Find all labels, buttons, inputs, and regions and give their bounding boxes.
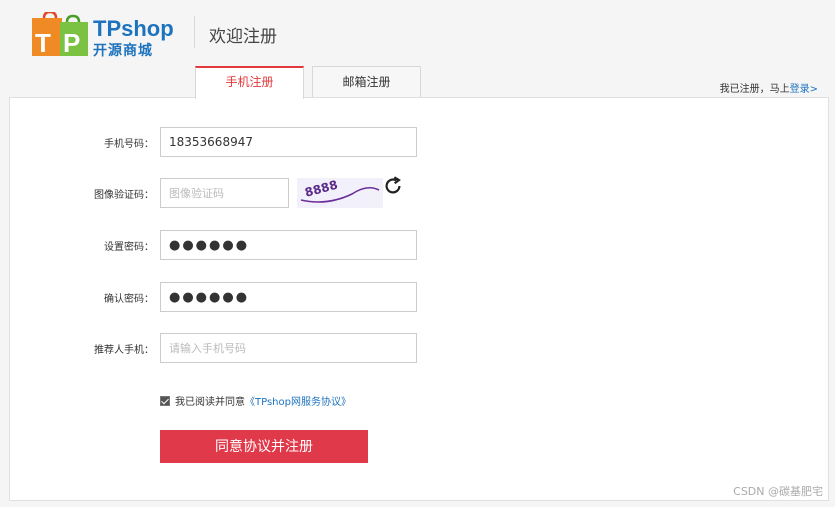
captcha-char: 8888 xyxy=(303,178,339,200)
svg-text:T: T xyxy=(35,28,51,58)
tab-email-register[interactable]: 邮箱注册 xyxy=(312,66,421,98)
phone-label: 手机号码： xyxy=(104,139,154,150)
phone-input[interactable] xyxy=(160,127,417,157)
login-hint-text: 我已注册，马上 xyxy=(719,84,790,95)
referrer-label: 推荐人手机： xyxy=(94,345,154,356)
logo-subtitle: 开源商城 xyxy=(93,43,153,59)
captcha-input[interactable] xyxy=(160,178,289,208)
captcha-image[interactable]: 8888 xyxy=(297,178,383,208)
svg-text:P: P xyxy=(63,28,80,58)
service-agreement-link[interactable]: 《TPshop网服务协议》 xyxy=(245,393,351,408)
agree-and-register-button[interactable]: 同意协议并注册 xyxy=(160,430,368,463)
login-hint: 我已注册，马上登录> xyxy=(720,80,818,95)
tab-phone-register[interactable]: 手机注册 xyxy=(195,66,304,99)
confirm-password-input[interactable] xyxy=(160,282,417,312)
password-label: 设置密码： xyxy=(104,242,154,253)
logo-wordmark: TPshop xyxy=(93,16,174,41)
header-divider xyxy=(194,16,195,48)
refresh-captcha-icon[interactable] xyxy=(382,175,404,197)
confirm-password-label: 确认密码： xyxy=(104,294,154,305)
referrer-phone-input[interactable] xyxy=(160,333,417,363)
agreement-checkbox[interactable] xyxy=(160,395,170,406)
agreement-row: 我已阅读并同意 《TPshop网服务协议》 xyxy=(160,393,351,408)
agreement-text: 我已阅读并同意 xyxy=(175,397,245,408)
watermark: CSDN @碳基肥宅 xyxy=(733,485,823,498)
password-input[interactable] xyxy=(160,230,417,260)
page-title: 欢迎注册 xyxy=(209,27,277,47)
login-link[interactable]: 登录> xyxy=(790,84,818,95)
shopping-bag-logo-icon: T P xyxy=(32,10,88,58)
captcha-label: 图像验证码： xyxy=(94,190,154,201)
